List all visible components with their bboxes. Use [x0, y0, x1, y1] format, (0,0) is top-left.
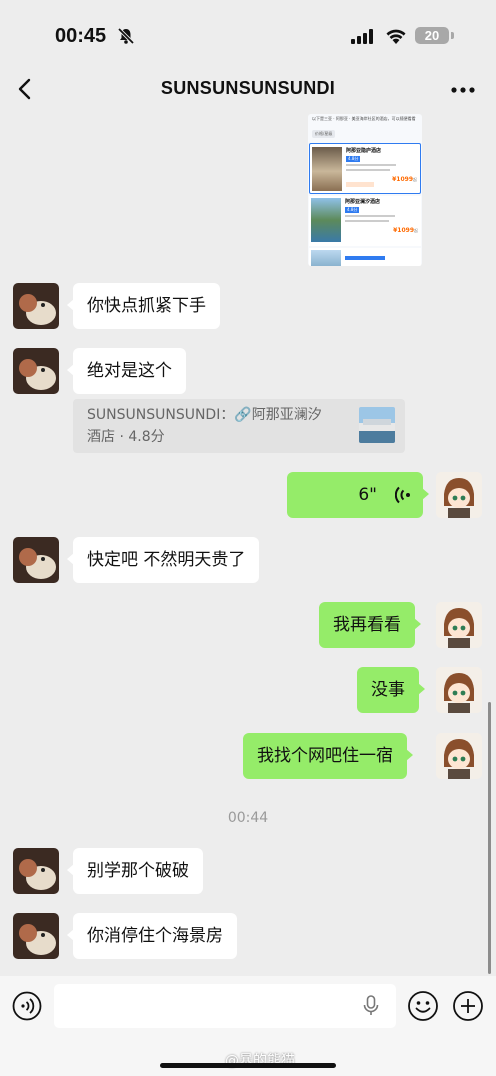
hotel-name: 阿那亚隐庐酒店 — [346, 148, 382, 154]
screenshot-intro: 以下是三亚 · 阿那亚 · 美亚海岸社区的酒店，可以随便看看 — [312, 116, 416, 121]
user-avatar[interactable] — [436, 667, 482, 713]
message-bubble-received[interactable]: 快定吧 不然明天贵了 — [66, 537, 260, 583]
hotel-photo — [311, 250, 341, 266]
signal-icon — [351, 29, 373, 44]
hotel-price-suffix: 起 — [414, 228, 418, 233]
user-avatar[interactable] — [436, 733, 482, 779]
voice-wave-icon — [395, 486, 410, 504]
user-avatar[interactable] — [436, 602, 482, 648]
screenshot-filter: 价格/星级 — [312, 130, 336, 138]
hotel-line — [346, 164, 396, 166]
message-bubble-received[interactable]: 你消停住个海景房 — [67, 913, 237, 959]
more-dots-icon — [451, 87, 475, 93]
emoji-icon — [408, 991, 438, 1021]
hotel-name: 阿那亚澜汐酒店 — [345, 199, 381, 205]
contact-avatar[interactable] — [13, 537, 59, 583]
user-avatar[interactable] — [436, 472, 482, 518]
message-bubble-received[interactable]: 你快点抓紧下手 — [67, 283, 220, 329]
hotel-price-suffix: 起 — [413, 177, 417, 182]
message-bubble-received[interactable]: 绝对是这个 — [67, 348, 186, 394]
plus-icon — [453, 991, 483, 1021]
quoted-message-text: SUNSUNSUNSUNDI：🔗阿那亚澜汐酒店 · 4.8分 — [87, 407, 322, 445]
hotel-score: 4.8分 — [346, 156, 361, 162]
contact-avatar[interactable] — [13, 348, 59, 394]
message-input[interactable] — [54, 984, 396, 1028]
voice-message-bubble[interactable]: 6" — [287, 472, 429, 518]
hotel-score — [345, 256, 385, 260]
contact-avatar[interactable] — [13, 913, 59, 959]
message-bubble-sent[interactable]: 我再看看 — [319, 602, 421, 648]
quoted-hotel-thumbnail — [359, 407, 395, 443]
message-bubble-sent[interactable]: 我找个网吧住一宿 — [243, 733, 413, 779]
status-bar: 00:45 20 — [0, 0, 496, 72]
more-button[interactable] — [450, 82, 476, 96]
voice-wave-icon — [12, 991, 42, 1021]
chat-title: SUNSUNSUNSUNDI — [160, 78, 336, 98]
quoted-message[interactable]: SUNSUNSUNSUNDI：🔗阿那亚澜汐酒店 · 4.8分 — [73, 399, 405, 453]
chat-header: SUNSUNSUNSUNDI — [0, 64, 496, 114]
message-bubble-received[interactable]: 别学那个破破 — [67, 848, 203, 894]
shared-screenshot-image[interactable]: 以下是三亚 · 阿那亚 · 美亚海岸社区的酒店，可以随便看看 价格/星级 阿那亚… — [308, 114, 422, 266]
contact-avatar[interactable] — [13, 848, 59, 894]
chat-scrollbar[interactable] — [488, 702, 491, 974]
more-actions-button[interactable] — [452, 990, 484, 1022]
emoji-button[interactable] — [407, 990, 439, 1022]
home-indicator[interactable] — [160, 1063, 336, 1068]
hotel-card: 阿那亚澜汐酒店 4.8分 ¥1099起 — [309, 196, 421, 246]
hotel-card-partial — [309, 248, 421, 266]
hotel-price-value: ¥1099 — [393, 227, 414, 234]
hotel-price: ¥1099起 — [393, 227, 418, 234]
hotel-score: 4.8分 — [345, 207, 360, 213]
battery-tip — [451, 32, 454, 39]
message-bubble-sent[interactable]: 没事 — [357, 667, 425, 713]
chat-area[interactable]: 以下是三亚 · 阿那亚 · 美亚海岸社区的酒店，可以随便看看 价格/星级 阿那亚… — [0, 114, 496, 976]
hotel-card: 阿那亚隐庐酒店 4.8分 ¥1099起 — [309, 143, 421, 194]
hotel-photo — [312, 147, 342, 191]
hotel-price-value: ¥1099 — [392, 176, 413, 183]
message-timestamp: 00:44 — [227, 810, 269, 826]
hotel-photo — [311, 198, 341, 242]
status-time: 00:45 — [55, 25, 107, 47]
voice-duration: 6" — [358, 485, 377, 505]
mic-icon[interactable] — [362, 995, 380, 1017]
hotel-line — [345, 215, 395, 217]
hotel-line — [345, 220, 389, 222]
contact-avatar[interactable] — [13, 283, 59, 329]
hotel-tag — [346, 182, 374, 187]
voice-input-toggle[interactable] — [12, 991, 42, 1021]
hotel-line — [346, 169, 390, 171]
input-bar: @暴的熊猫 — [0, 976, 496, 1076]
battery-indicator: 20 — [415, 27, 449, 44]
hotel-price: ¥1099起 — [392, 176, 417, 183]
bell-slash-icon — [117, 27, 135, 45]
wifi-icon — [386, 29, 406, 44]
